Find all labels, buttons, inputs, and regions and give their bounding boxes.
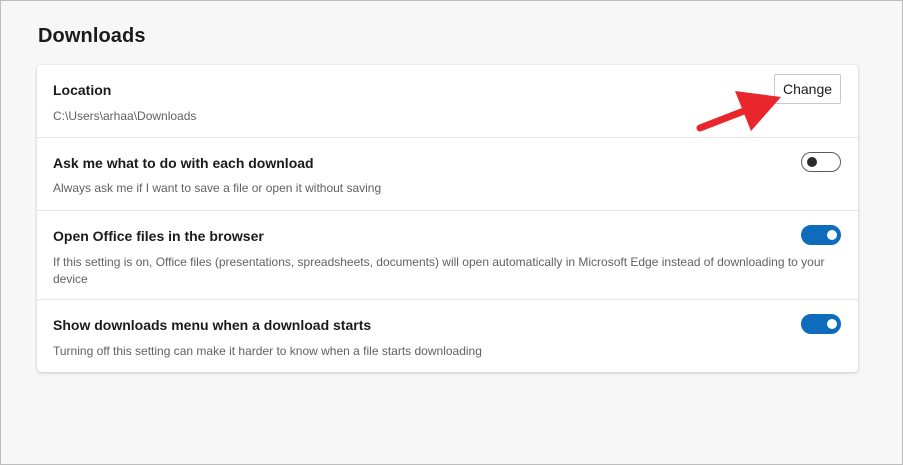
location-title: Location [53, 82, 112, 98]
toggle-knob [807, 157, 817, 167]
office-files-description: If this setting is on, Office files (pre… [53, 255, 825, 286]
downloads-settings-card: Location C:\Users\arhaa\Downloads Change… [37, 65, 858, 372]
change-location-button[interactable]: Change [774, 74, 841, 104]
ask-download-description: Always ask me if I want to save a file o… [53, 181, 382, 195]
setting-row-ask-download: Ask me what to do with each download Alw… [37, 138, 858, 211]
office-files-toggle[interactable] [801, 225, 841, 245]
ask-download-toggle[interactable] [801, 152, 841, 172]
setting-row-downloads-menu: Show downloads menu when a download star… [37, 300, 858, 372]
downloads-menu-toggle[interactable] [801, 314, 841, 334]
downloads-menu-description: Turning off this setting can make it har… [53, 344, 482, 358]
toggle-knob [827, 230, 837, 240]
page-title: Downloads [38, 25, 146, 47]
setting-row-office-files: Open Office files in the browser If this… [37, 211, 858, 300]
toggle-knob [827, 319, 837, 329]
office-files-title: Open Office files in the browser [53, 228, 264, 244]
location-path: C:\Users\arhaa\Downloads [53, 109, 197, 123]
setting-row-location: Location C:\Users\arhaa\Downloads Change [37, 65, 858, 138]
downloads-menu-title: Show downloads menu when a download star… [53, 317, 372, 333]
ask-download-title: Ask me what to do with each download [53, 155, 314, 171]
